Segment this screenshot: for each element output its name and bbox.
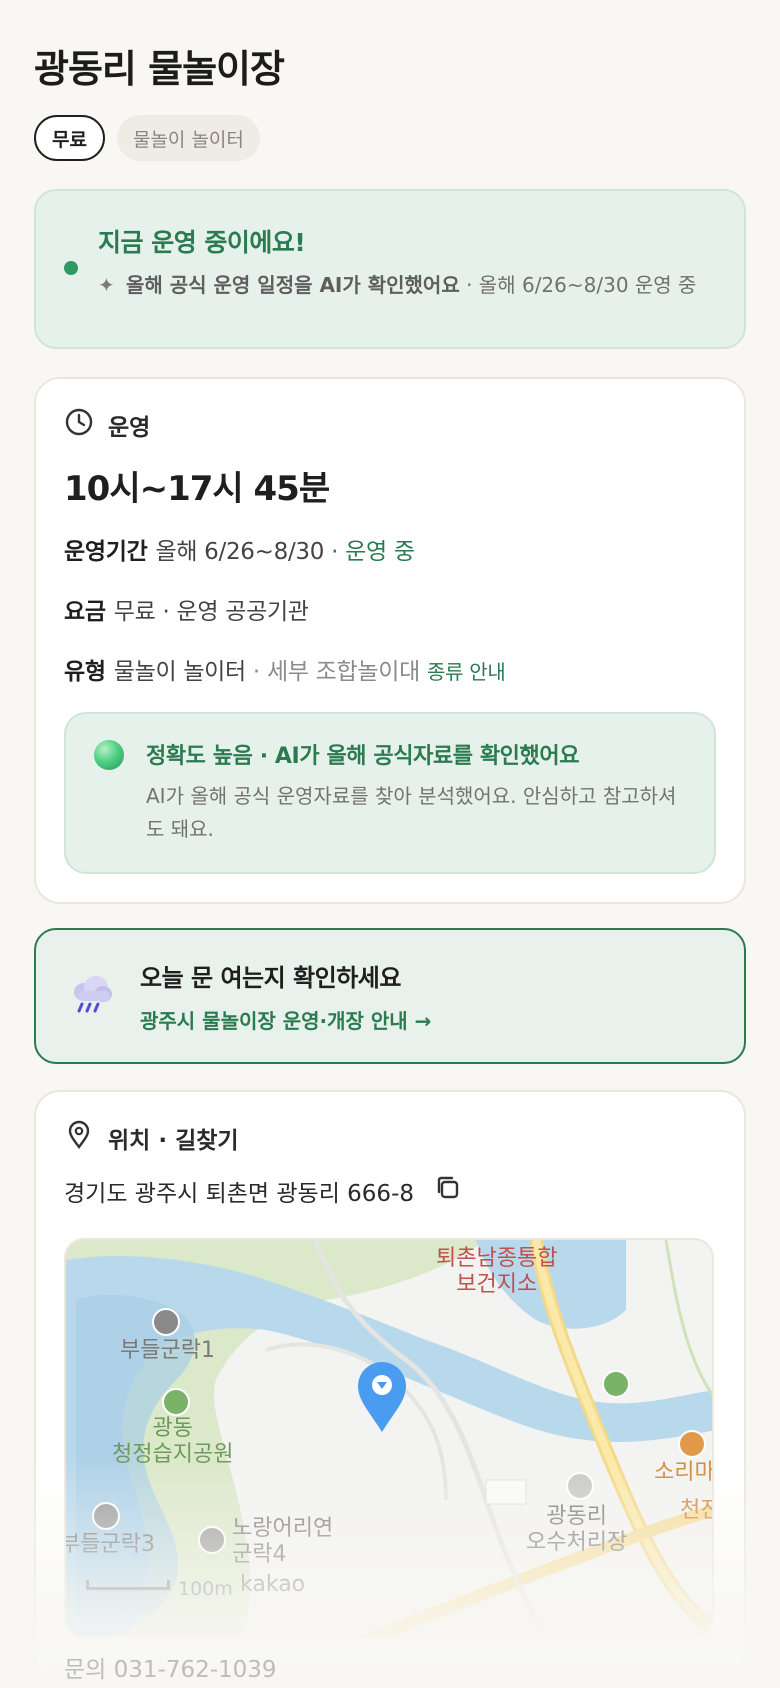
period-label: 운영기간 [64,539,148,565]
accuracy-description: AI가 올해 공식 운영자료를 찾아 분석했어요. 안심하고 참고하셔도 돼요. [146,784,677,841]
map-label-health-center-text: 퇴촌남종통합 보건지소 [436,1246,558,1297]
map-label-noraeng: 노랑어리연 군락4 [232,1516,333,1568]
accuracy-box: 정확도 높음 · AI가 올해 공식자료를 확인했어요 AI가 올해 공식 운영… [64,712,716,874]
location-map[interactable]: 퇴촌남종통합 보건지소 부들군락1 광동 청정습지공원 부들군락3 노랑어리연 … [64,1238,714,1638]
map-label-health-center: 퇴촌남종통합 보건지소 [436,1246,557,1298]
map-label-sewage-text: 광동리 오수처리장 [526,1504,628,1555]
tree-icon [162,1388,190,1416]
status-dot-icon [64,261,78,275]
operation-heading-label: 운영 [108,415,151,441]
period-status: · 운영 중 [324,539,415,565]
period-row: 운영기간 올해 6/26~8/30 · 운영 중 [64,532,716,566]
accuracy-title: 정확도 높음 · AI가 올해 공식자료를 확인했어요 [146,744,580,769]
type-guide-link[interactable]: 종류 안내 [427,660,506,684]
kakao-logo: kakao [240,1572,306,1597]
location-heading-label: 위치 · 길찾기 [108,1128,239,1154]
clock-icon [64,407,94,443]
map-label-park: 광동 청정습지공원 [112,1416,233,1468]
chip-type[interactable]: 물놀이 놀이터 [116,115,260,161]
map-marker-icon[interactable] [356,1360,408,1440]
tag-chips: 무료 물놀이 놀이터 [34,115,746,161]
map-label-sori: 소리마 [654,1460,714,1485]
operating-hours: 10시~17시 45분 [64,469,330,509]
chip-free[interactable]: 무료 [34,115,105,161]
address-text: 경기도 광주시 퇴촌면 광동리 666-8 [64,1181,414,1207]
status-subtitle: ✦ 올해 공식 운영 일정을 AI가 확인했어요 · 올해 6/26~8/30 … [98,271,716,299]
restaurant-icon [678,1430,706,1458]
location-heading: 위치 · 길찾기 [64,1120,716,1156]
operation-card: 운영 10시~17시 45분 운영기간 올해 6/26~8/30 · 운영 중 요… [34,377,746,904]
contact-text[interactable]: 문의 031-762-1039 [64,1650,277,1684]
operation-heading: 운영 [64,407,716,443]
status-sub-bold: 올해 공식 운영 일정을 AI가 확인했어요 [126,273,460,297]
fee-row: 요금 무료 · 운영 공공기관 [64,592,716,626]
status-sub-rest: · 올해 6/26~8/30 운영 중 [459,273,697,297]
facility-icon [566,1472,594,1500]
type-value: 물놀이 놀이터 [113,659,246,685]
page: 광동리 물놀이장 무료 물놀이 놀이터 지금 운영 중이에요! ✦ 올해 공식 … [0,0,780,1680]
notice-title: 오늘 문 여는지 확인하세요 [140,964,401,992]
fee-value: 무료 · 운영 공공기관 [113,599,309,625]
address-row: 경기도 광주시 퇴촌면 광동리 666-8 [64,1174,716,1208]
camera-icon [92,1502,120,1530]
map-label-cheon: 천진 [680,1498,712,1523]
type-detail: · 세부 조합놀이대 [245,659,420,685]
map-label-noraeng-text: 노랑어리연 군락4 [232,1516,334,1567]
copy-icon[interactable] [434,1174,462,1208]
location-card: 위치 · 길찾기 경기도 광주시 퇴촌면 광동리 666-8 퇴촌남종통합 보건… [34,1090,746,1680]
type-label: 유형 [64,659,106,685]
map-label-sewage: 광동리 오수처리장 [526,1504,627,1556]
page-title: 광동리 물놀이장 [34,47,285,91]
fee-label: 요금 [64,599,106,625]
location-pin-icon [64,1120,94,1156]
status-title: 지금 운영 중이에요! [98,228,306,257]
period-value: 올해 6/26~8/30 [155,539,325,565]
map-scale-label: 100m [178,1578,233,1600]
sparkle-icon: ✦ [98,273,115,297]
map-label-park-text: 광동 청정습지공원 [112,1416,234,1467]
map-label-budeul1: 부들군락1 [120,1338,215,1363]
rain-cloud-icon [70,974,114,1018]
accuracy-indicator-icon [94,740,124,770]
open-check-banner[interactable]: 오늘 문 여는지 확인하세요 광주시 물놀이장 운영·개장 안내 → [34,928,746,1064]
navigation-icon [602,1370,630,1398]
status-card: 지금 운영 중이에요! ✦ 올해 공식 운영 일정을 AI가 확인했어요 · 올… [34,189,746,349]
camera-icon [152,1308,180,1336]
map-scale-bar [86,1580,170,1590]
camera-icon [198,1526,226,1554]
map-label-budeul3: 부들군락3 [64,1532,155,1557]
status-subtitle-text: 올해 공식 운영 일정을 AI가 확인했어요 · 올해 6/26~8/30 운영… [126,271,696,299]
type-row: 유형 물놀이 놀이터 · 세부 조합놀이대 종류 안내 [64,652,716,686]
notice-link[interactable]: 광주시 물놀이장 운영·개장 안내 → [140,1005,431,1034]
